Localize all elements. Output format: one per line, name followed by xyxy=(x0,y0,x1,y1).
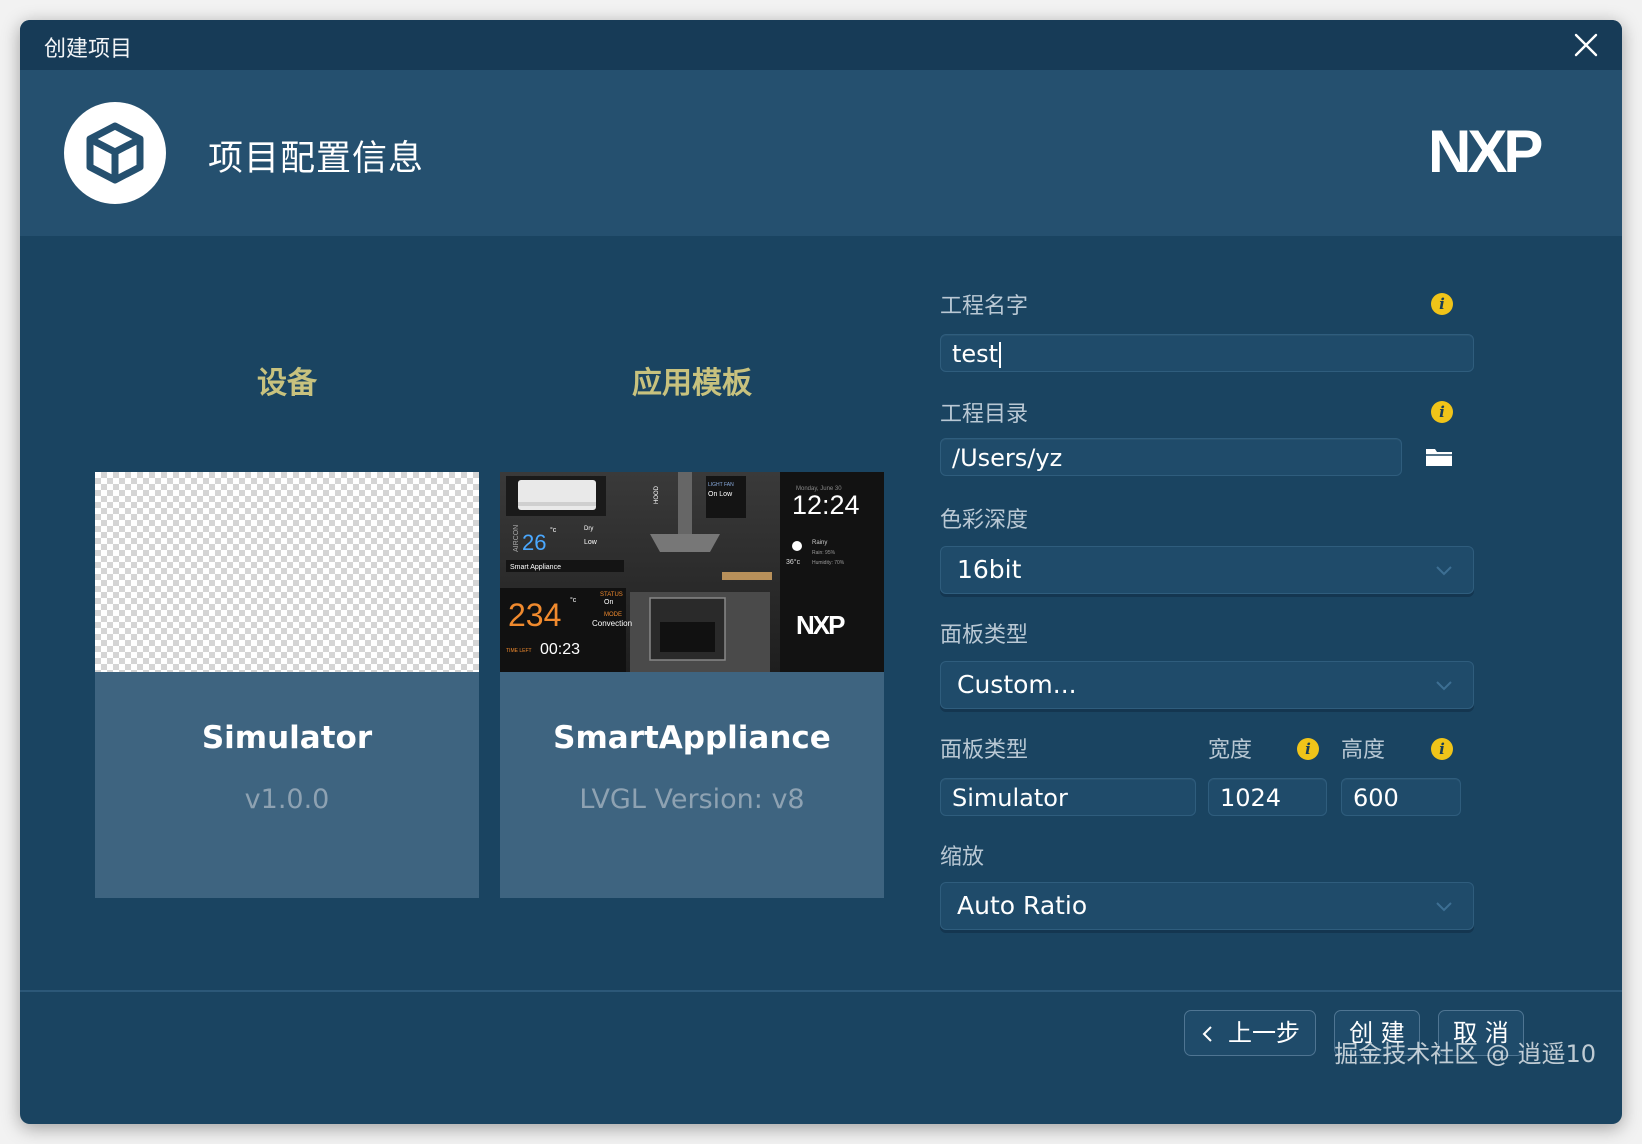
svg-text:NXP: NXP xyxy=(1428,120,1541,180)
project-dir-label: 工程目录 xyxy=(940,402,1029,427)
footer-divider xyxy=(20,990,1622,992)
height-input[interactable]: 600 xyxy=(1341,778,1461,816)
color-depth-select[interactable]: 16bit xyxy=(940,546,1474,594)
device-section-title: 设备 xyxy=(257,366,317,401)
height-label: 高度 xyxy=(1341,738,1386,763)
nxp-logo: NXP xyxy=(1428,120,1545,180)
template-section-title: 应用模板 xyxy=(632,366,752,401)
svg-text:AIRCON: AIRCON xyxy=(513,525,520,552)
scale-select[interactable]: Auto Ratio xyxy=(940,882,1474,930)
svg-text:°c: °c xyxy=(550,526,557,534)
close-icon[interactable] xyxy=(1568,27,1604,63)
template-card-smartappliance[interactable]: AIRCON 26 °c Dry Low HOOD LIGHT FAN On L… xyxy=(500,472,884,898)
svg-text:TIME LEFT: TIME LEFT xyxy=(506,648,532,654)
window-title: 创建项目 xyxy=(44,37,133,62)
device-preview-image xyxy=(95,472,479,672)
width-info-icon[interactable]: i xyxy=(1297,738,1319,760)
chevron-down-icon xyxy=(1436,681,1452,691)
panel-type-label: 面板类型 xyxy=(940,623,1029,648)
svg-text:Smart Appliance: Smart Appliance xyxy=(510,564,561,571)
width-label: 宽度 xyxy=(1208,738,1253,763)
svg-text:Humidity: 70%: Humidity: 70% xyxy=(812,560,845,566)
svg-text:STATUS: STATUS xyxy=(600,592,623,598)
scale-label: 缩放 xyxy=(940,845,985,870)
device-version: v1.0.0 xyxy=(244,784,330,815)
svg-text:NXP: NXP xyxy=(796,610,845,640)
svg-text:°c: °c xyxy=(570,596,577,604)
svg-text:36°c: 36°c xyxy=(786,558,801,566)
project-dir-input[interactable]: /Users/yz xyxy=(940,438,1402,476)
watermark: 掘金技术社区 @ 逍遥10 xyxy=(1334,1040,1596,1068)
cube-icon xyxy=(64,102,166,204)
svg-text:00:23: 00:23 xyxy=(540,641,580,658)
device-card-simulator[interactable]: Simulator v1.0.0 xyxy=(95,472,479,898)
prev-step-button[interactable]: 上一步 xyxy=(1184,1010,1316,1056)
width-input[interactable]: 1024 xyxy=(1208,778,1327,816)
svg-text:26: 26 xyxy=(522,530,546,555)
chevron-down-icon xyxy=(1436,902,1452,912)
create-project-dialog: 创建项目 项目配置信息 NXP 设备 应用模板 Simulator v1.0.0 xyxy=(20,20,1622,1124)
svg-text:On: On xyxy=(604,599,613,606)
svg-text:234: 234 xyxy=(508,597,561,633)
chevron-left-icon xyxy=(1202,1026,1212,1042)
panel-type2-input[interactable]: Simulator xyxy=(940,778,1196,816)
svg-text:On Low: On Low xyxy=(708,491,733,498)
title-bar: 创建项目 xyxy=(20,20,1622,70)
svg-text:12:24: 12:24 xyxy=(792,490,860,520)
panel-type2-label: 面板类型 xyxy=(940,738,1029,763)
template-version: LVGL Version: v8 xyxy=(579,784,805,815)
svg-text:HOOD: HOOD xyxy=(654,485,660,504)
svg-text:Convection: Convection xyxy=(592,619,632,628)
panel-type-select[interactable]: Custom... xyxy=(940,661,1474,709)
project-name-label: 工程名字 xyxy=(940,294,1029,319)
page-title: 项目配置信息 xyxy=(208,139,425,179)
project-name-info-icon[interactable]: i xyxy=(1431,293,1453,315)
height-info-icon[interactable]: i xyxy=(1431,738,1453,760)
template-name: SmartAppliance xyxy=(553,720,831,756)
chevron-down-icon xyxy=(1436,566,1452,576)
svg-text:Low: Low xyxy=(584,539,598,546)
svg-text:Rainy: Rainy xyxy=(812,540,827,546)
project-name-input[interactable]: test xyxy=(940,334,1474,372)
svg-text:Dry: Dry xyxy=(584,526,593,532)
template-preview-image: AIRCON 26 °c Dry Low HOOD LIGHT FAN On L… xyxy=(500,472,884,672)
svg-text:Rain: 95%: Rain: 95% xyxy=(812,550,836,556)
dialog-header: 项目配置信息 NXP xyxy=(20,70,1622,236)
svg-text:LIGHT FAN: LIGHT FAN xyxy=(708,482,734,488)
color-depth-label: 色彩深度 xyxy=(940,508,1029,533)
project-dir-info-icon[interactable]: i xyxy=(1431,401,1453,423)
device-name: Simulator xyxy=(201,720,373,756)
svg-text:MODE: MODE xyxy=(604,612,622,618)
folder-icon[interactable] xyxy=(1424,444,1454,470)
